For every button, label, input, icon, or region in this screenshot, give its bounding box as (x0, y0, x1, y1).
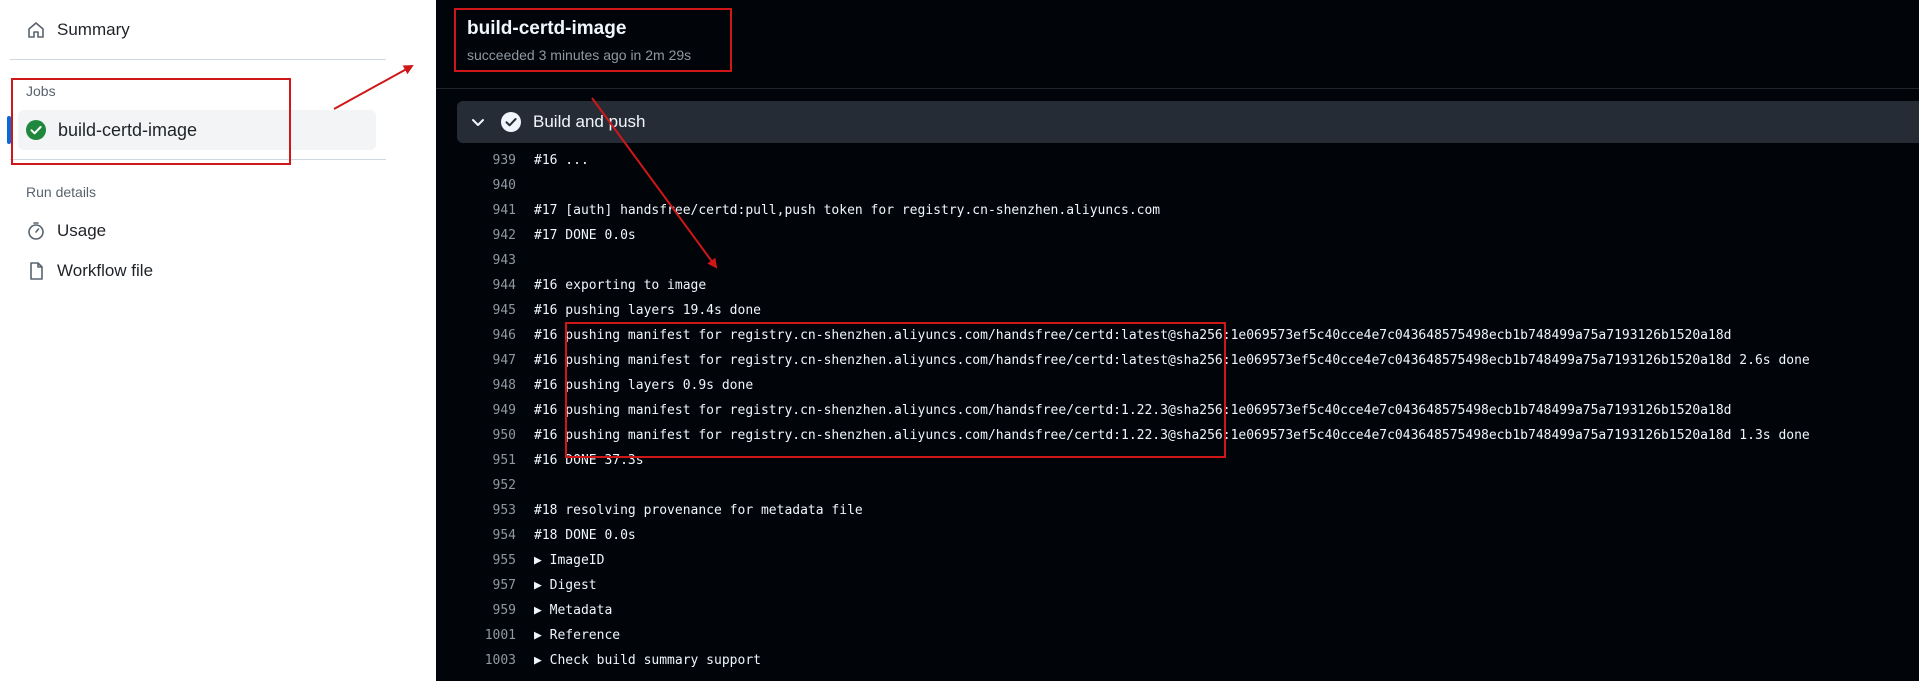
line-number[interactable]: 948 (436, 378, 516, 393)
line-number[interactable]: 954 (436, 528, 516, 543)
section-label-run-details: Run details (26, 184, 97, 200)
line-text[interactable]: ▶ Digest (534, 578, 597, 593)
line-number[interactable]: 955 (436, 553, 516, 568)
stopwatch-icon (25, 220, 47, 242)
line-text: #18 DONE 0.0s (534, 528, 636, 543)
log-group-toggle[interactable]: 1001 ▶ Reference (436, 623, 620, 648)
line-text: #16 pushing layers 19.4s done (534, 303, 761, 318)
line-number[interactable]: 959 (436, 603, 516, 618)
annotation-box-manifest-lines (565, 322, 1226, 458)
line-text: #17 [auth] handsfree/certd:pull,push tok… (534, 203, 1161, 218)
step-header-build-and-push[interactable]: Build and push (457, 101, 1919, 143)
log-line[interactable]: 943 (436, 248, 534, 273)
log-line[interactable]: 940 (436, 173, 534, 198)
check-circle-icon (501, 112, 521, 132)
sidebar-item-label: Usage (57, 221, 107, 240)
line-number[interactable]: 1001 (436, 628, 516, 643)
line-number[interactable]: 946 (436, 328, 516, 343)
annotation-box-jobs (11, 78, 291, 165)
log-line[interactable]: 941 #17 [auth] handsfree/certd:pull,push… (436, 198, 1161, 223)
line-text[interactable]: ▶ ImageID (534, 553, 604, 568)
line-number[interactable]: 940 (436, 178, 516, 193)
line-number[interactable]: 949 (436, 403, 516, 418)
line-number[interactable]: 951 (436, 453, 516, 468)
line-text[interactable]: ▶ Metadata (534, 603, 612, 618)
sidebar-item-label: Summary (57, 20, 130, 39)
line-number[interactable]: 941 (436, 203, 516, 218)
log-line[interactable]: 945 #16 pushing layers 19.4s done (436, 298, 761, 323)
log-line[interactable]: 944 #16 exporting to image (436, 273, 707, 298)
log-line[interactable]: 952 (436, 473, 534, 498)
sidebar-item-workflow-file[interactable]: Workflow file (25, 255, 153, 287)
line-number[interactable]: 957 (436, 578, 516, 593)
log-group-toggle[interactable]: 1003 ▶ Check build summary support (436, 648, 761, 673)
line-number[interactable]: 944 (436, 278, 516, 293)
log-group-toggle[interactable]: 957 ▶ Digest (436, 573, 597, 598)
file-icon (25, 260, 47, 282)
line-text: #16 exporting to image (534, 278, 707, 293)
header-divider (436, 88, 1919, 89)
sidebar-item-label: Workflow file (57, 261, 154, 280)
annotation-box-job-title (454, 8, 732, 72)
line-number[interactable]: 1003 (436, 653, 516, 668)
sidebar-item-summary[interactable]: Summary (25, 14, 130, 46)
log-line[interactable]: 939 #16 ... (436, 148, 589, 173)
line-number[interactable]: 950 (436, 428, 516, 443)
log-group-toggle[interactable]: 959 ▶ Metadata (436, 598, 613, 623)
chevron-down-icon (472, 119, 484, 126)
line-number[interactable]: 952 (436, 478, 516, 493)
line-number[interactable]: 942 (436, 228, 516, 243)
line-text[interactable]: ▶ Check build summary support (534, 653, 761, 668)
log-group-toggle[interactable]: 955 ▶ ImageID (436, 548, 605, 573)
sidebar-divider (10, 59, 386, 60)
log-line[interactable]: 953 #18 resolving provenance for metadat… (436, 498, 863, 523)
log-line[interactable]: 954 #18 DONE 0.0s (436, 523, 636, 548)
line-number[interactable]: 943 (436, 253, 516, 268)
line-text[interactable]: ▶ Reference (534, 628, 620, 643)
line-number[interactable]: 945 (436, 303, 516, 318)
line-number[interactable]: 953 (436, 503, 516, 518)
line-text: #17 DONE 0.0s (534, 228, 636, 243)
line-number[interactable]: 947 (436, 353, 516, 368)
sidebar-item-usage[interactable]: Usage (25, 215, 106, 247)
line-number[interactable]: 939 (436, 153, 516, 168)
step-label: Build and push (533, 112, 646, 131)
log-line[interactable]: 942 #17 DONE 0.0s (436, 223, 636, 248)
line-text: #16 ... (534, 153, 589, 168)
line-text: #18 resolving provenance for metadata fi… (534, 503, 863, 518)
home-icon (25, 19, 47, 41)
